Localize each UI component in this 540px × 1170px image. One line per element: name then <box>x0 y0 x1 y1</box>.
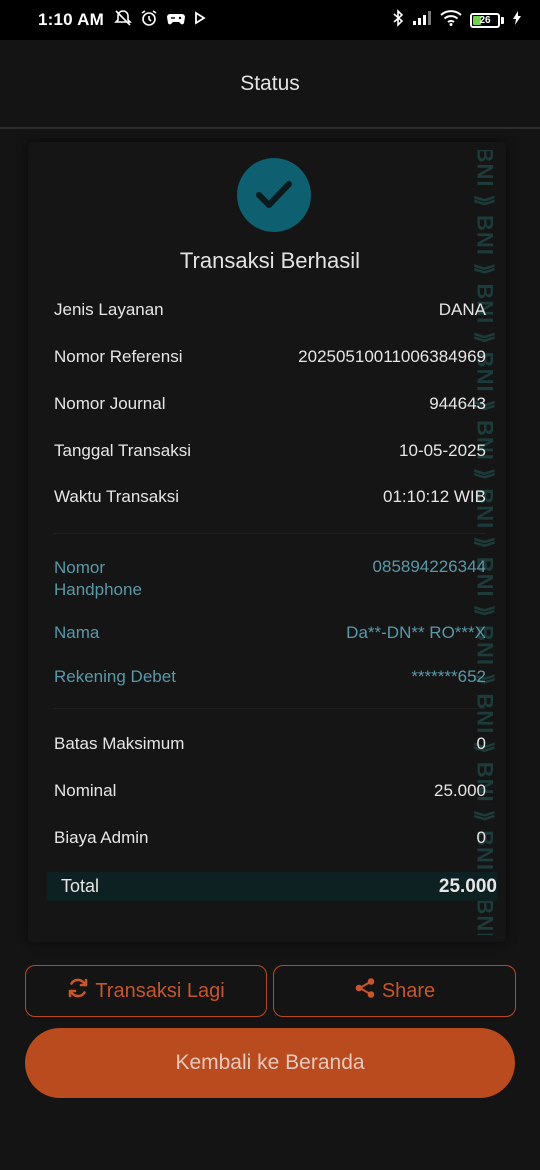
detail-value: 944643 <box>429 394 486 413</box>
recipient-value: 085894226344 <box>372 557 486 576</box>
detail-row-service: Jenis Layanan DANA <box>54 300 486 320</box>
app-header: Status <box>0 40 540 129</box>
status-time: 1:10 AM <box>38 10 104 29</box>
detail-row-journal: Nomor Journal 944643 <box>54 394 486 414</box>
detail-value: 10-05-2025 <box>399 441 486 460</box>
game-controller-icon <box>166 10 186 31</box>
recipient-row-account: Rekening Debet *******652 <box>54 667 486 687</box>
detail-label: Nomor Referensi <box>54 347 183 366</box>
section-divider <box>54 533 486 534</box>
battery-level: 26 <box>479 14 491 26</box>
page-title: Status <box>240 71 300 95</box>
recipient-row-phone: Nomor Handphone 085894226344 <box>54 557 486 601</box>
recipient-value: *******652 <box>411 667 486 686</box>
alarm-off-icon <box>114 9 132 32</box>
recipient-label: Rekening Debet <box>54 667 176 686</box>
status-bar: 1:10 AM 26 <box>0 0 540 40</box>
signal-icon <box>412 10 432 31</box>
battery-icon: 26 <box>470 12 504 28</box>
success-title: Transaksi Berhasil <box>179 248 361 273</box>
share-icon <box>354 977 376 1005</box>
detail-value: DANA <box>438 300 486 319</box>
repeat-transaction-label: Transaksi Lagi <box>95 979 225 1002</box>
amount-label: Batas Maksimum <box>54 734 185 753</box>
detail-row-reference: Nomor Referensi 20250510011006384969 <box>54 347 486 367</box>
detail-value: 20250510011006384969 <box>298 347 486 366</box>
amount-value: 0 <box>476 734 486 753</box>
charging-icon <box>512 10 522 31</box>
total-label: Total <box>61 876 100 896</box>
alarm-icon <box>140 9 158 32</box>
refresh-icon <box>67 977 89 1005</box>
amount-row-admin-fee: Biaya Admin 0 <box>54 828 486 848</box>
success-check-icon <box>237 158 311 232</box>
amount-label: Biaya Admin <box>54 828 149 847</box>
detail-label: Tanggal Transaksi <box>54 441 192 460</box>
detail-row-time: Waktu Transaksi 01:10:12 WIB <box>54 487 486 507</box>
total-row: Total 25.000 <box>47 872 497 901</box>
back-to-home-button[interactable]: Kembali ke Beranda <box>25 1028 515 1098</box>
recipient-label: Nama <box>54 623 100 642</box>
total-value: 25.000 <box>438 875 497 897</box>
amount-row-max-limit: Batas Maksimum 0 <box>54 734 486 754</box>
bluetooth-icon <box>392 8 404 32</box>
detail-value: 01:10:12 WIB <box>382 487 486 506</box>
share-label: Share <box>381 979 436 1002</box>
recipient-row-name: Nama Da**-DN** RO***X <box>54 623 486 643</box>
recipient-value: Da**-DN** RO***X <box>346 623 486 642</box>
section-divider <box>54 708 486 709</box>
recipient-label: Nomor Handphone <box>54 558 142 599</box>
play-icon <box>194 10 206 30</box>
amount-row-nominal: Nominal 25.000 <box>54 781 486 801</box>
amount-value: 0 <box>476 828 486 847</box>
share-button[interactable]: Share <box>273 965 516 1017</box>
detail-label: Waktu Transaksi <box>54 487 180 506</box>
detail-label: Jenis Layanan <box>54 300 164 319</box>
amount-label: Nominal <box>54 781 117 800</box>
repeat-transaction-button[interactable]: Transaksi Lagi <box>25 965 267 1017</box>
amount-value: 25.000 <box>434 781 486 800</box>
back-to-home-label: Kembali ke Beranda <box>175 1051 365 1074</box>
wifi-icon <box>440 9 462 31</box>
detail-row-date: Tanggal Transaksi 10-05-2025 <box>54 441 486 461</box>
detail-label: Nomor Journal <box>54 394 166 413</box>
